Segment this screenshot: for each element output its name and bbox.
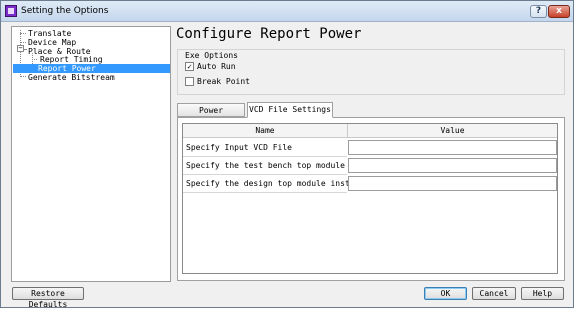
column-header-value[interactable]: Value bbox=[348, 124, 557, 138]
title-bar[interactable]: Setting the Options ? x bbox=[1, 1, 573, 22]
help-button[interactable]: Help bbox=[521, 287, 564, 300]
tree-connector-line bbox=[24, 49, 26, 50]
testbench-top-module-field[interactable] bbox=[348, 158, 557, 173]
input-vcd-file-field[interactable] bbox=[348, 140, 557, 155]
tree-item-translate[interactable]: Translate bbox=[28, 29, 71, 38]
collapse-expander-icon[interactable]: − bbox=[17, 45, 24, 52]
window-title: Setting the Options bbox=[21, 6, 109, 16]
row-label-input-vcd-file: Specify Input VCD File bbox=[186, 143, 292, 152]
tree-connector-line bbox=[20, 42, 26, 43]
exe-options-title: Exe Options bbox=[185, 51, 238, 60]
tree-item-report-power[interactable]: Report Power bbox=[13, 64, 170, 73]
table-row-divider bbox=[183, 192, 347, 193]
tab-power-settings[interactable]: Power Settings bbox=[177, 103, 245, 128]
tree-item-generate-bitstream[interactable]: Generate Bitstream bbox=[28, 73, 115, 82]
tree-connector-line bbox=[20, 76, 26, 77]
close-button[interactable]: x bbox=[548, 5, 570, 18]
tree-connector-line bbox=[20, 33, 26, 34]
tree-item-device-map[interactable]: Device Map bbox=[28, 38, 76, 47]
tab-vcd-file-settings[interactable]: VCD File Settings bbox=[247, 102, 333, 118]
design-top-instance-field[interactable] bbox=[348, 176, 557, 191]
options-dialog: Setting the Options ? x − Translate Devi… bbox=[0, 0, 574, 309]
page-title: Configure Report Power bbox=[176, 26, 362, 42]
row-label-design-top-instance: Specify the design top module instance bbox=[186, 179, 370, 188]
tree-connector-line bbox=[32, 59, 37, 60]
break-point-label[interactable]: Break Point bbox=[197, 77, 250, 87]
auto-run-checkbox[interactable]: ✓ bbox=[185, 62, 194, 71]
break-point-checkbox[interactable] bbox=[185, 77, 194, 86]
restore-defaults-button[interactable]: Restore Defaults bbox=[12, 287, 84, 309]
ok-button[interactable]: OK bbox=[424, 287, 467, 300]
tree-item-report-timing[interactable]: Report Timing bbox=[40, 55, 103, 64]
row-label-testbench-top: Specify the test bench top module bbox=[186, 161, 345, 170]
column-header-name[interactable]: Name bbox=[183, 124, 348, 138]
title-help-button[interactable]: ? bbox=[530, 5, 547, 18]
cancel-button[interactable]: Cancel bbox=[472, 287, 516, 300]
options-tree[interactable]: − Translate Device Map Place & Route Rep… bbox=[11, 26, 171, 282]
app-logo-icon bbox=[5, 5, 17, 17]
auto-run-label[interactable]: Auto Run bbox=[197, 62, 236, 72]
vcd-settings-table: Name Value Specify Input VCD File Specif… bbox=[182, 123, 558, 274]
